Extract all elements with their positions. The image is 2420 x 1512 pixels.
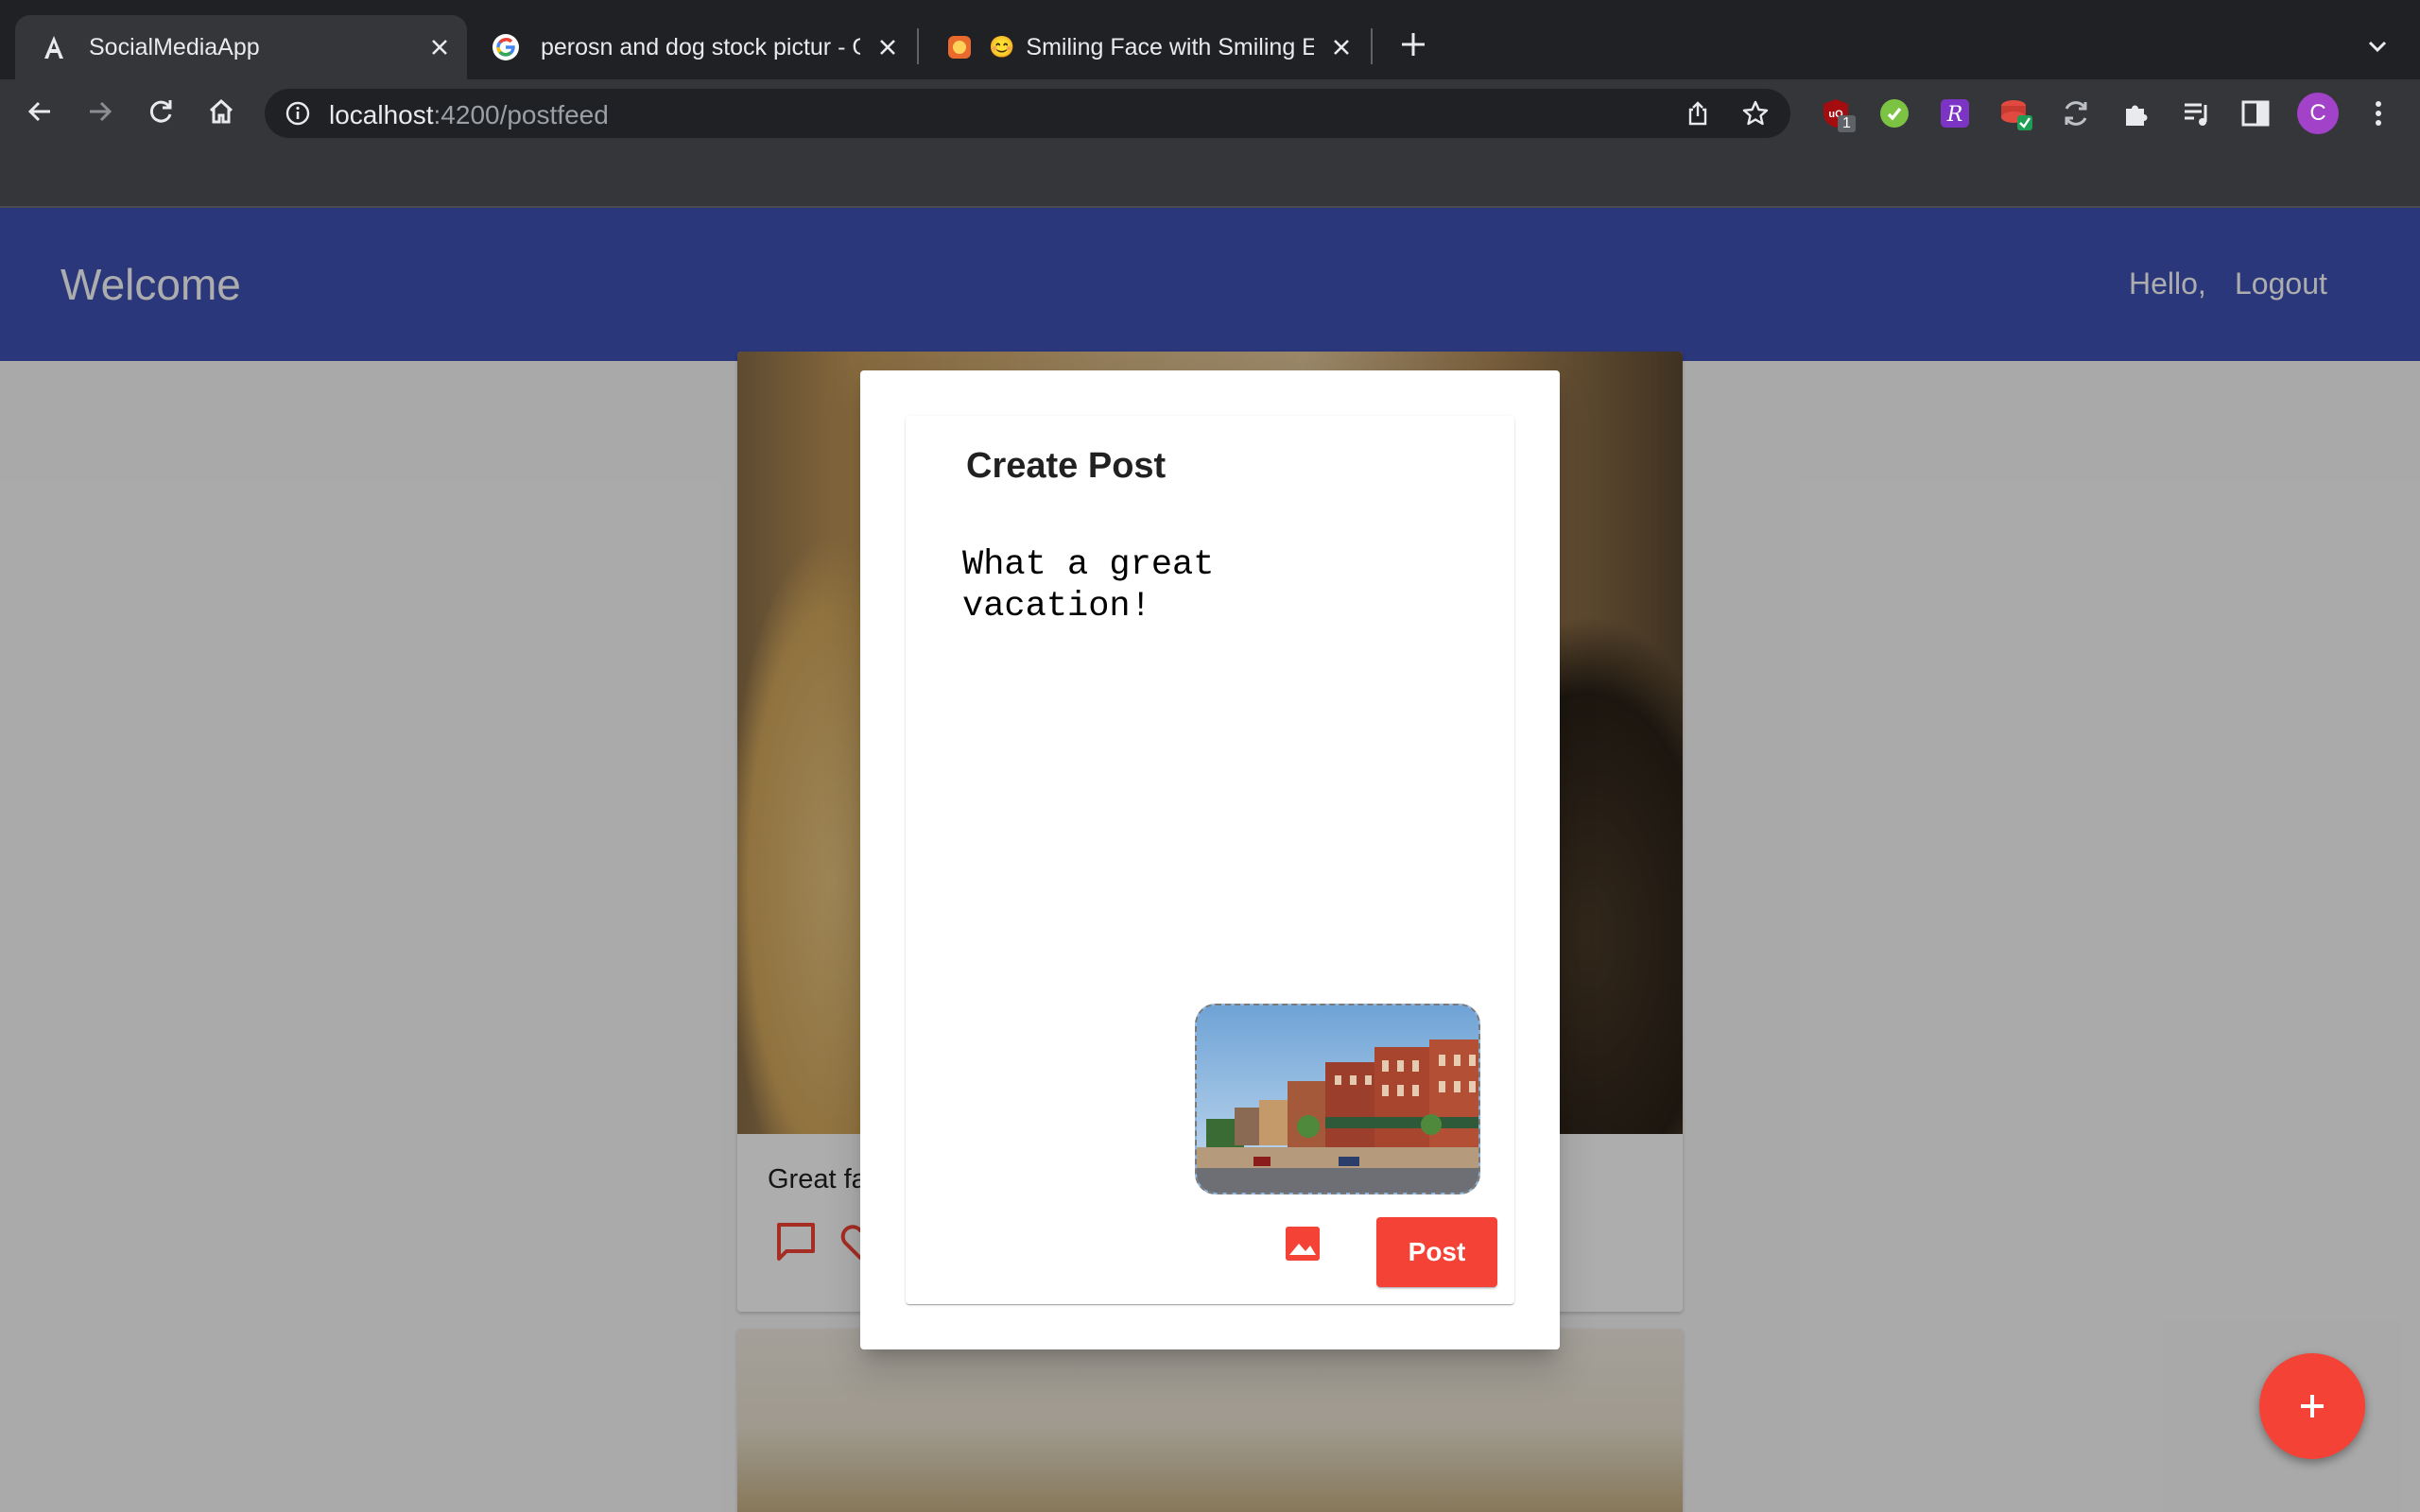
- sync-extension-icon[interactable]: [2059, 96, 2093, 130]
- url-text: localhost:4200/postfeed: [329, 100, 609, 130]
- profile-avatar[interactable]: C: [2297, 93, 2339, 134]
- puzzle-extensions-icon[interactable]: [2119, 96, 2153, 130]
- plus-icon: [2301, 1395, 2324, 1418]
- side-panel-icon[interactable]: [2238, 96, 2273, 130]
- tab-socialmediaapp[interactable]: SocialMediaApp: [15, 15, 467, 79]
- close-icon[interactable]: [425, 33, 454, 61]
- close-icon[interactable]: [1327, 33, 1356, 61]
- tab-separator: [917, 28, 919, 64]
- post-button[interactable]: Post: [1376, 1217, 1497, 1287]
- emoji-icon: 😊: [989, 35, 1015, 59]
- tab-search-button[interactable]: [2363, 32, 2392, 60]
- angular-icon: [40, 33, 68, 61]
- dialog-title: Create Post: [966, 446, 1167, 486]
- svg-text:R: R: [1946, 103, 1963, 127]
- media-queue-icon[interactable]: [2180, 96, 2214, 130]
- url-path: :4200/postfeed: [433, 100, 609, 129]
- google-icon: [492, 33, 520, 61]
- database-extension-icon[interactable]: [1998, 96, 2032, 130]
- address-bar[interactable]: localhost:4200/postfeed: [265, 89, 1790, 138]
- info-icon[interactable]: [285, 101, 310, 126]
- browser-menu-icon[interactable]: [2361, 96, 2395, 130]
- ublock-extension-icon[interactable]: uO 1: [1819, 96, 1856, 132]
- emojipedia-icon: [945, 33, 974, 61]
- tab-title: Smiling Face with Smiling Eyes Emoji: [1026, 33, 1314, 60]
- bookmarks-bar: [0, 144, 2420, 208]
- url-host: localhost: [329, 100, 434, 129]
- tab-title: SocialMediaApp: [89, 33, 260, 60]
- browser-tabstrip: SocialMediaApp perosn and dog stock pict…: [0, 0, 2420, 79]
- tab-title: perosn and dog stock pictur - Google Sea…: [541, 33, 860, 60]
- attached-image-preview: [1195, 1004, 1480, 1194]
- create-post-dialog: Create Post What a great vacation! Post: [860, 370, 1560, 1349]
- reload-button[interactable]: [144, 94, 178, 129]
- grammar-extension-icon[interactable]: [1877, 96, 1911, 130]
- tab-emoji[interactable]: 😊 Smiling Face with Smiling Eyes Emoji: [921, 15, 1369, 79]
- tab-separator: [1371, 28, 1373, 64]
- forward-button[interactable]: [83, 94, 117, 129]
- extension-badge: 1: [1838, 115, 1856, 132]
- close-icon[interactable]: [873, 33, 902, 61]
- share-icon[interactable]: [1685, 100, 1711, 127]
- tab-google-search[interactable]: perosn and dog stock pictur - Google Sea…: [467, 15, 915, 79]
- regex-extension-icon[interactable]: R: [1938, 96, 1972, 130]
- bookmark-star-icon[interactable]: [1741, 99, 1770, 128]
- back-button[interactable]: [23, 94, 57, 129]
- create-post-card: Create Post What a great vacation! Post: [906, 416, 1514, 1304]
- post-text-input[interactable]: What a great vacation!: [962, 544, 1492, 941]
- home-button[interactable]: [204, 94, 238, 129]
- create-post-fab[interactable]: [2259, 1353, 2365, 1459]
- new-tab-button[interactable]: [1397, 28, 1429, 60]
- page-viewport: Welcome Hello, Logout Great fa Create Po…: [0, 208, 2420, 1512]
- image-icon[interactable]: [1280, 1221, 1325, 1266]
